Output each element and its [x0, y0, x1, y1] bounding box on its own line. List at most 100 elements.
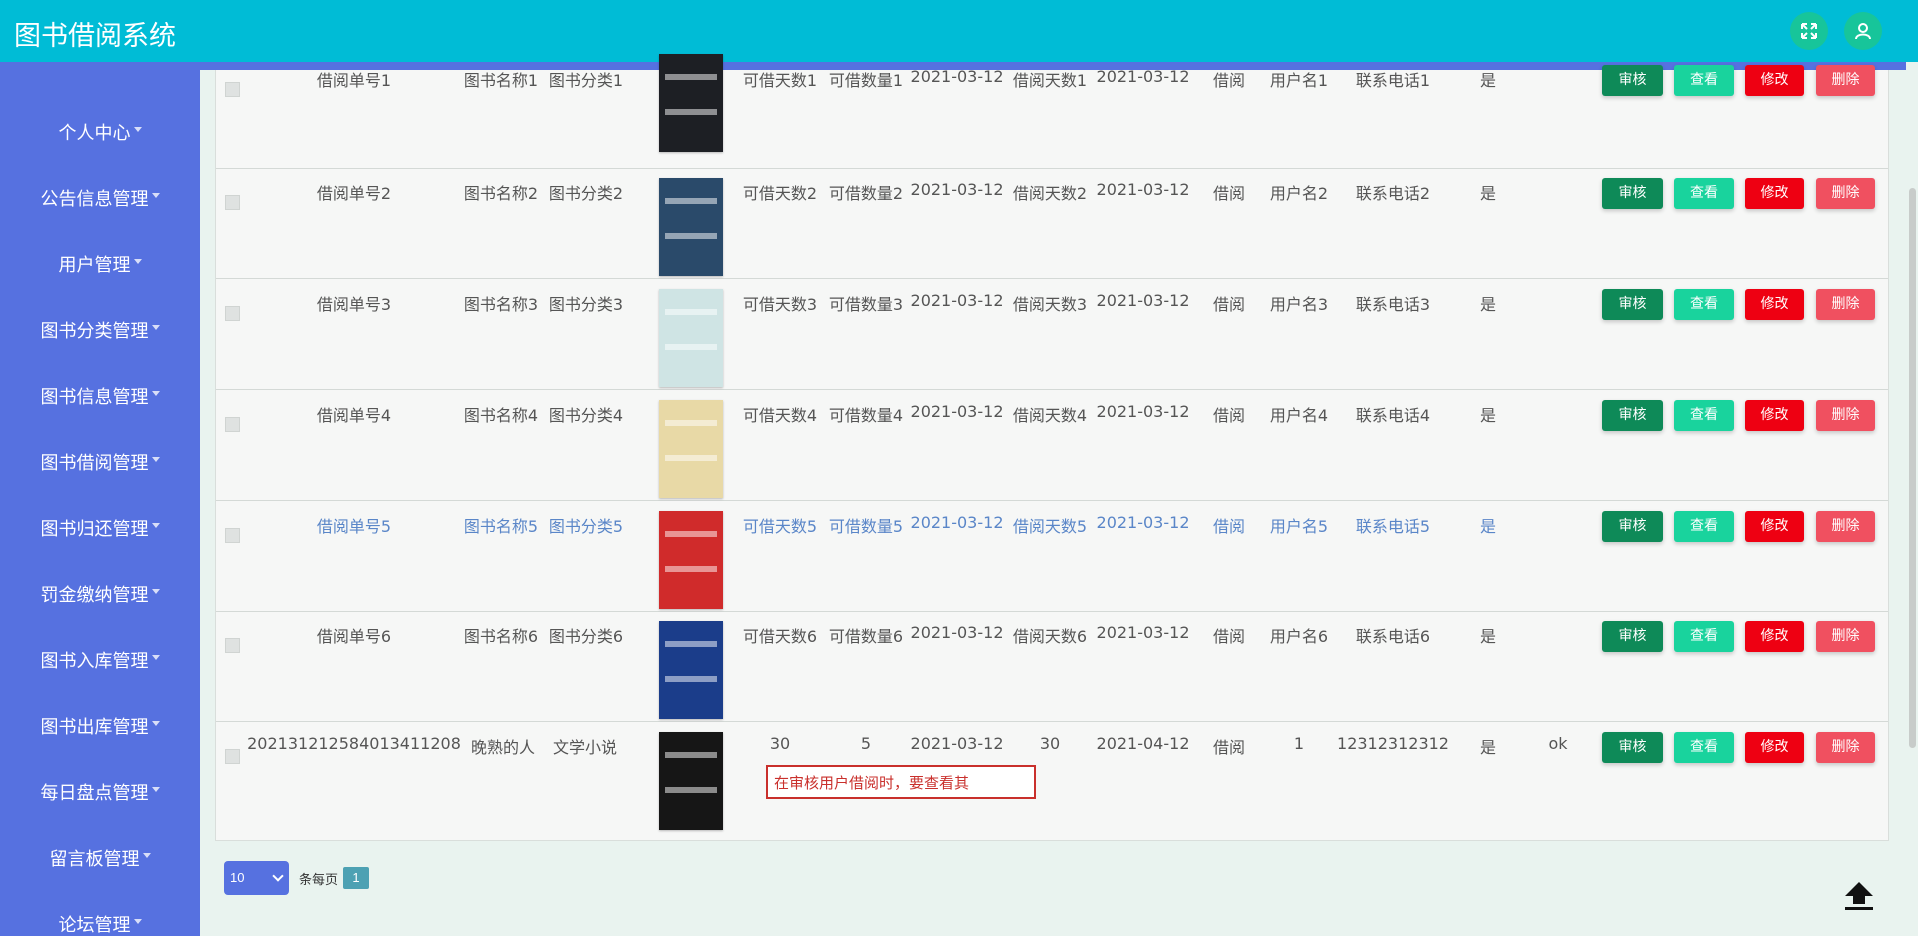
caret-down-icon	[151, 390, 160, 396]
book-cover-image	[649, 511, 729, 611]
sidebar-item[interactable]: 图书信息管理	[0, 383, 200, 409]
cell-qty: 可借数量1	[828, 71, 904, 90]
cell-name: 图书名称1	[463, 71, 539, 90]
cell-days-borrow: 借阅天数6	[1012, 627, 1088, 646]
cell-days-borrow: 借阅天数3	[1012, 295, 1088, 314]
edit-button[interactable]: 修改	[1745, 289, 1804, 320]
sidebar-item[interactable]: 图书借阅管理	[0, 449, 200, 475]
sidebar-item[interactable]: 罚金缴纳管理	[0, 581, 200, 607]
edit-button[interactable]: 修改	[1745, 732, 1804, 763]
edit-button[interactable]: 修改	[1745, 621, 1804, 652]
row-checkbox[interactable]	[225, 82, 240, 97]
delete-button[interactable]: 删除	[1816, 400, 1875, 431]
page-size-value: 10	[230, 870, 245, 885]
sidebar-item[interactable]: 图书归还管理	[0, 515, 200, 541]
row-checkbox[interactable]	[225, 417, 240, 432]
cell-date1: 2021-03-12	[910, 513, 1004, 532]
edit-button[interactable]: 修改	[1745, 178, 1804, 209]
view-button[interactable]: 查看	[1674, 621, 1734, 652]
page-number-button[interactable]: 1	[343, 867, 369, 889]
cell-date2: 2021-03-12	[1096, 402, 1190, 421]
book-cover-image	[649, 400, 729, 500]
cell-name: 晚熟的人	[470, 738, 536, 757]
sidebar-item-label: 图书信息管理	[40, 387, 149, 408]
expand-icon[interactable]	[1790, 12, 1828, 50]
sidebar-item-label: 每日盘点管理	[40, 783, 149, 804]
cell-user: 用户名2	[1269, 184, 1329, 203]
cell-flag: 是	[1479, 517, 1497, 536]
audit-button[interactable]: 审核	[1602, 621, 1663, 652]
sidebar-item[interactable]: 公告信息管理	[0, 185, 200, 211]
view-button[interactable]: 查看	[1674, 511, 1734, 542]
cell-qty: 可借数量6	[828, 627, 904, 646]
audit-tip-input[interactable]: 在审核用户借阅时，要查看其	[766, 765, 1036, 799]
delete-button[interactable]: 删除	[1816, 178, 1875, 209]
cell-qty: 可借数量3	[828, 295, 904, 314]
sidebar-item-label: 图书入库管理	[40, 651, 149, 672]
cell-date1: 2021-03-12	[910, 180, 1004, 199]
cell-cat: 图书分类6	[548, 627, 624, 646]
caret-down-icon	[133, 258, 142, 264]
cell-cat: 图书分类4	[548, 406, 624, 425]
cell-days-borrow: 借阅天数5	[1012, 517, 1088, 536]
table-row: 借阅单号6 图书名称6 图书分类6 可借天数6 可借数量6 2021-03-12 借阅天数6…	[216, 611, 1888, 722]
view-button[interactable]: 查看	[1674, 289, 1734, 320]
row-checkbox[interactable]	[225, 638, 240, 653]
audit-button[interactable]: 审核	[1602, 65, 1663, 96]
page-size-select[interactable]: 10	[224, 861, 289, 895]
delete-button[interactable]: 删除	[1816, 621, 1875, 652]
row-checkbox[interactable]	[225, 306, 240, 321]
scrollbar-thumb[interactable]	[1909, 188, 1916, 748]
delete-button[interactable]: 删除	[1816, 732, 1875, 763]
book-cover-image	[649, 178, 729, 278]
cell-cat: 图书分类1	[548, 71, 624, 90]
cell-date1: 2021-03-12	[910, 623, 1004, 642]
view-button[interactable]: 查看	[1674, 400, 1734, 431]
caret-down-icon	[133, 126, 142, 132]
delete-button[interactable]: 删除	[1816, 511, 1875, 542]
cell-phone: 联系电话6	[1355, 627, 1431, 646]
cell-qty: 5	[860, 734, 872, 753]
caret-down-icon	[151, 456, 160, 462]
sidebar-item-label: 图书归还管理	[40, 519, 149, 540]
sidebar-item[interactable]: 用户管理	[0, 251, 200, 277]
view-button[interactable]: 查看	[1674, 65, 1734, 96]
view-button[interactable]: 查看	[1674, 732, 1734, 763]
audit-button[interactable]: 审核	[1602, 178, 1663, 209]
sidebar-item[interactable]: 图书分类管理	[0, 317, 200, 343]
cell-days-borrow: 借阅天数1	[1012, 71, 1088, 90]
view-button[interactable]: 查看	[1674, 178, 1734, 209]
row-checkbox[interactable]	[225, 195, 240, 210]
delete-button[interactable]: 删除	[1816, 65, 1875, 96]
user-icon[interactable]	[1844, 12, 1882, 50]
sidebar-item[interactable]: 图书入库管理	[0, 647, 200, 673]
cell-flag: 是	[1479, 627, 1497, 646]
audit-button[interactable]: 审核	[1602, 289, 1663, 320]
sidebar-item[interactable]: 论坛管理	[0, 911, 200, 936]
edit-button[interactable]: 修改	[1745, 511, 1804, 542]
audit-button[interactable]: 审核	[1602, 400, 1663, 431]
sidebar-item-label: 罚金缴纳管理	[40, 585, 149, 606]
edit-button[interactable]: 修改	[1745, 65, 1804, 96]
cell-cat: 图书分类2	[548, 184, 624, 203]
sidebar-item[interactable]: 每日盘点管理	[0, 779, 200, 805]
row-checkbox[interactable]	[225, 749, 240, 764]
sidebar-item[interactable]: 个人中心	[0, 119, 200, 145]
top-bar	[0, 0, 1918, 62]
audit-button[interactable]: 审核	[1602, 511, 1663, 542]
audit-button[interactable]: 审核	[1602, 732, 1663, 763]
delete-button[interactable]: 删除	[1816, 289, 1875, 320]
cell-date2: 2021-03-12	[1096, 180, 1190, 199]
sidebar-item[interactable]: 图书出库管理	[0, 713, 200, 739]
cell-user: 用户名1	[1269, 71, 1329, 90]
chevron-down-icon	[272, 870, 284, 882]
cell-phone: 联系电话1	[1355, 71, 1431, 90]
cell-days-avail: 可借天数1	[742, 71, 818, 90]
row-checkbox[interactable]	[225, 528, 240, 543]
edit-button[interactable]: 修改	[1745, 400, 1804, 431]
cell-cat: 文学小说	[552, 738, 618, 757]
cell-days-avail: 可借天数4	[742, 406, 818, 425]
back-to-top-icon[interactable]	[1840, 876, 1878, 914]
sidebar-item[interactable]: 留言板管理	[0, 845, 200, 871]
cell-date1: 2021-03-12	[910, 734, 1004, 753]
